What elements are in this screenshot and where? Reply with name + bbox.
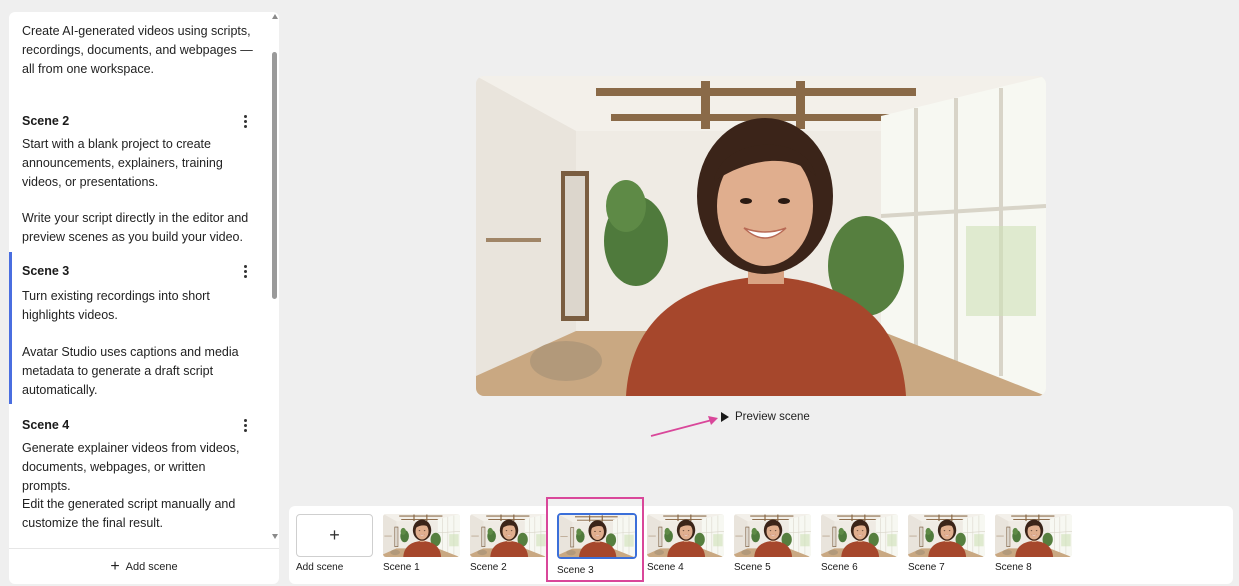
scene-2-thumbnail[interactable] [470, 514, 547, 557]
scene-4-more-options-icon[interactable] [239, 417, 251, 433]
scene-8-thumbnail-label: Scene 8 [995, 562, 1032, 573]
scene-7-thumbnail-label: Scene 7 [908, 562, 945, 573]
scroll-up-arrow-icon[interactable] [272, 14, 278, 19]
scene-3-title: Scene 3 [22, 264, 70, 278]
scene-7-thumbnail[interactable] [908, 514, 985, 557]
scene-4-thumbnail-label: Scene 4 [647, 562, 684, 573]
scene-3-script-block[interactable]: Scene 3 Turn existing recordings into sh… [9, 252, 271, 404]
scene-3-thumbnail[interactable] [557, 513, 637, 559]
scene-2-title: Scene 2 [22, 114, 70, 128]
scene-4-paragraph-2[interactable]: Edit the generated script manually and c… [22, 495, 257, 533]
scrollbar-thumb[interactable] [272, 52, 277, 299]
script-scroll-area[interactable]: Create AI-generated videos using scripts… [9, 12, 279, 548]
avatar-preview-image [476, 76, 1046, 396]
scroll-down-arrow-icon[interactable] [272, 534, 278, 539]
scene-6-thumbnail[interactable] [821, 514, 898, 557]
scene-2-paragraph-2[interactable]: Write your script directly in the editor… [22, 209, 257, 247]
scene-5-thumbnail[interactable] [734, 514, 811, 557]
scene-2-script-block[interactable]: Scene 2 Start with a blank project to cr… [9, 114, 271, 244]
add-scene-button[interactable]: + Add scene [9, 548, 279, 584]
scene-4-thumbnail[interactable] [647, 514, 724, 557]
script-scrollbar[interactable] [271, 12, 279, 548]
scene-5-thumbnail-label: Scene 5 [734, 562, 771, 573]
scene-4-script-block[interactable]: Scene 4 Generate explainer videos from v… [9, 418, 271, 548]
scene-3-paragraph-1[interactable]: Turn existing recordings into short high… [22, 287, 257, 325]
scene-2-paragraph-1[interactable]: Start with a blank project to create ann… [22, 135, 257, 192]
plus-icon: + [110, 557, 120, 575]
scene-strip: + Add scene Scene 1 Scene 2 Scene 3 Scen… [289, 506, 1233, 584]
preview-scene-label: Preview scene [735, 411, 810, 423]
scene-3-more-options-icon[interactable] [239, 263, 251, 279]
script-panel: Create AI-generated videos using scripts… [9, 12, 279, 584]
scene-2-more-options-icon[interactable] [239, 113, 251, 129]
scene-4-title: Scene 4 [22, 418, 70, 432]
scene-1-thumbnail-label: Scene 1 [383, 562, 420, 573]
scene-2-thumbnail-label: Scene 2 [470, 562, 507, 573]
scene-preview-video[interactable] [476, 76, 1046, 396]
add-scene-tile[interactable]: + [296, 514, 373, 557]
scene-6-thumbnail-label: Scene 6 [821, 562, 858, 573]
scene-4-paragraph-1[interactable]: Generate explainer videos from videos, d… [22, 439, 257, 496]
scene-8-thumbnail[interactable] [995, 514, 1072, 557]
scene-3-paragraph-2[interactable]: Avatar Studio uses captions and media me… [22, 343, 257, 400]
scene-3-thumbnail-label: Scene 3 [557, 565, 594, 576]
preview-scene-button[interactable]: Preview scene [721, 411, 810, 423]
scene-1-thumbnail[interactable] [383, 514, 460, 557]
annotation-arrow-icon [650, 416, 718, 437]
play-icon [721, 412, 729, 422]
scene-1-script-text[interactable]: Create AI-generated videos using scripts… [22, 22, 257, 79]
add-scene-tile-label: Add scene [296, 562, 344, 573]
add-scene-label: Add scene [125, 560, 178, 573]
